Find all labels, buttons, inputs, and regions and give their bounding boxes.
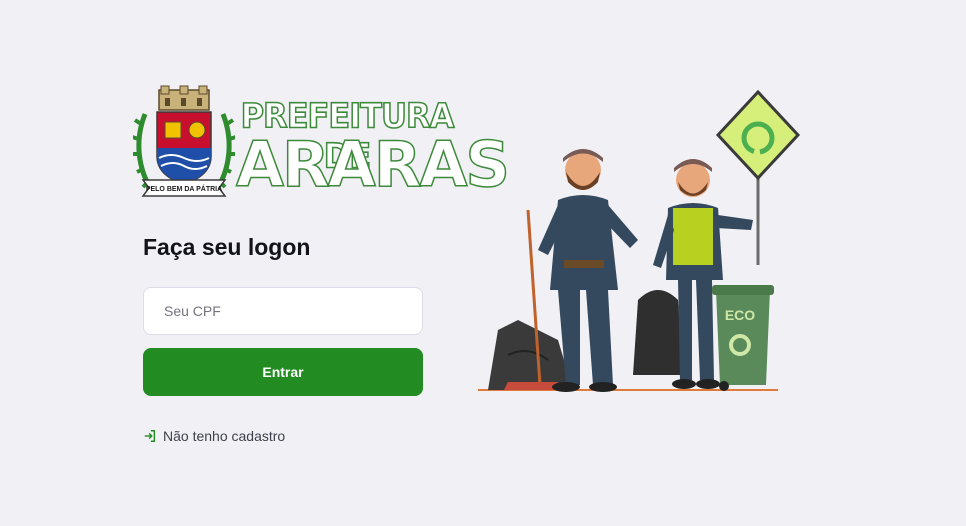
logo-wordmark: PREFEITURA DE ARARAS [235, 84, 511, 206]
cpf-input[interactable] [143, 287, 423, 335]
bin-label: ECO [725, 307, 755, 323]
page-title: Faça seu logon [143, 234, 311, 260]
city-logo: PELO BEM DA PÁTRIA PREFEITURA DE ARARAS [133, 84, 511, 206]
recycling-workers-illustration: ECO [478, 90, 801, 392]
register-link[interactable]: Não tenho cadastro [143, 428, 285, 444]
enter-button[interactable]: Entrar [143, 348, 423, 396]
log-in-icon [144, 430, 156, 442]
logo-line-2: ARARAS [235, 127, 511, 202]
logo-motto: PELO BEM DA PÁTRIA [146, 184, 222, 193]
login-page: PELO BEM DA PÁTRIA PREFEITURA DE ARARAS … [0, 0, 966, 526]
register-label: Não tenho cadastro [163, 428, 286, 444]
coat-of-arms-icon: PELO BEM DA PÁTRIA [133, 85, 235, 197]
